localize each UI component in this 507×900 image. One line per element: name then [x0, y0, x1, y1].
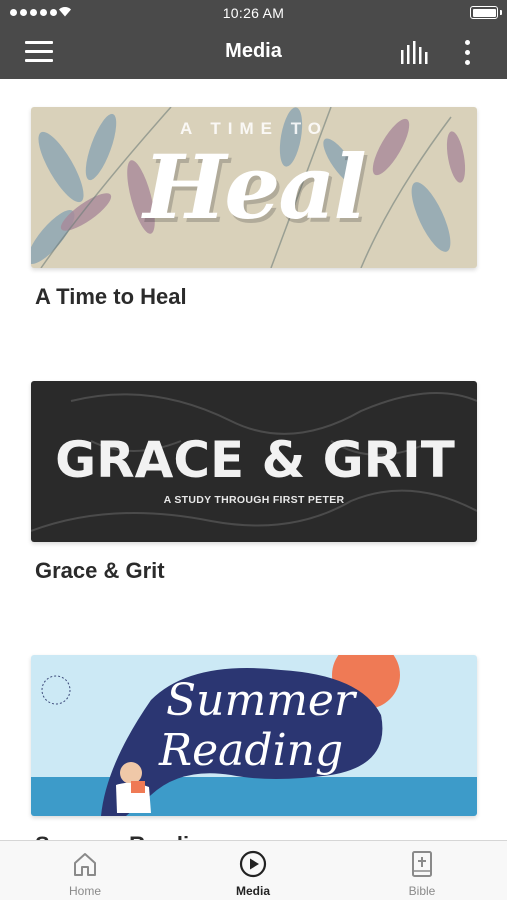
bible-icon — [412, 851, 432, 877]
media-list[interactable]: A TIME TO Heal A Time to Heal GRACE & GR… — [0, 79, 507, 840]
series-title[interactable]: A Time to Heal — [35, 284, 477, 310]
series-card-summer-reading[interactable]: Summer Reading Summer Reading — [31, 655, 477, 840]
banner-headline: GRACE & GRIT — [55, 431, 455, 489]
battery-icon — [470, 6, 502, 19]
tab-home[interactable]: Home — [35, 849, 135, 898]
more-options-button[interactable] — [458, 38, 478, 68]
home-icon — [74, 853, 96, 876]
navigation-bar: Media — [0, 28, 507, 79]
page-title: Media — [225, 40, 282, 62]
series-banner-image[interactable]: GRACE & GRIT A STUDY THROUGH FIRST PETER — [31, 381, 477, 542]
tab-bible[interactable]: Bible — [372, 849, 472, 898]
tab-label: Home — [68, 884, 101, 898]
status-bar: 10:26 AM — [0, 0, 507, 28]
banner-line-1: Summer — [166, 675, 355, 726]
tab-label: Media — [235, 884, 270, 898]
bottom-tab-bar: Home Media Bible — [0, 840, 507, 900]
banner-line-2: Reading — [159, 725, 344, 776]
banner-headline: Heal — [143, 135, 367, 239]
top-bar: 10:26 AM Media — [0, 0, 507, 79]
series-card-grace-and-grit[interactable]: GRACE & GRIT A STUDY THROUGH FIRST PETER… — [31, 381, 477, 584]
banner-subheadline: A STUDY THROUGH FIRST PETER — [163, 494, 345, 506]
series-title[interactable]: Grace & Grit — [35, 558, 477, 584]
tab-label: Bible — [408, 884, 436, 898]
audio-player-button[interactable] — [400, 40, 430, 66]
series-card-a-time-to-heal[interactable]: A TIME TO Heal A Time to Heal — [31, 107, 477, 310]
play-circle-icon — [239, 850, 267, 878]
series-banner-image[interactable]: A TIME TO Heal — [31, 107, 477, 268]
series-title[interactable]: Summer Reading — [35, 832, 477, 840]
series-banner-image[interactable]: Summer Reading — [31, 655, 477, 816]
tab-media[interactable]: Media — [203, 849, 303, 898]
status-time: 10:26 AM — [222, 5, 285, 21]
audio-bars-icon — [401, 41, 428, 64]
